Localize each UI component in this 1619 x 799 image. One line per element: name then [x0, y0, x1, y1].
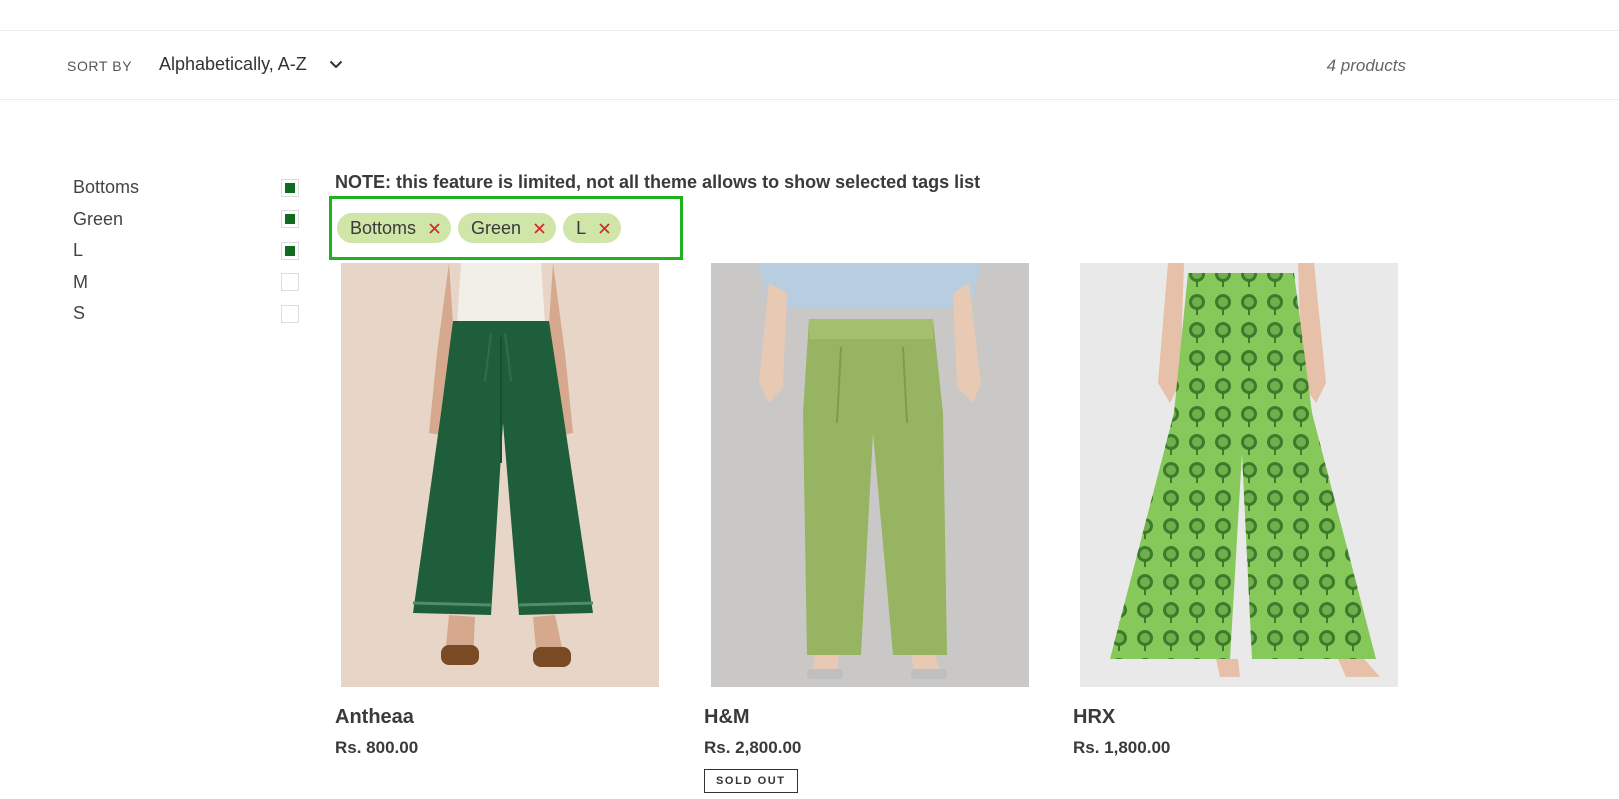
selected-tags-list: Bottoms Green L [329, 196, 683, 260]
close-icon[interactable] [598, 222, 610, 234]
sort-bar: SORT BY Alphabetically, A-Z 4 products [0, 30, 1619, 100]
filter-item-green[interactable]: Green [73, 204, 299, 236]
tag-filter-list: Bottoms Green L M S [73, 172, 299, 330]
checkbox-checked-mark [285, 245, 295, 256]
selected-tag-green[interactable]: Green [458, 213, 557, 243]
filter-checkbox[interactable] [281, 178, 299, 197]
filter-label: L [73, 240, 84, 261]
tag-label: Bottoms [350, 217, 417, 238]
product-image[interactable] [341, 263, 659, 687]
tag-label: L [576, 217, 587, 238]
sort-selected-value: Alphabetically, A-Z [159, 53, 307, 74]
filter-item-bottoms[interactable]: Bottoms [73, 172, 299, 204]
filter-item-s[interactable]: S [73, 298, 299, 330]
selected-tag-bottoms[interactable]: Bottoms [337, 213, 452, 243]
filter-label: Green [73, 208, 124, 229]
checkbox-checked-mark [285, 214, 295, 225]
product-image[interactable] [711, 263, 1029, 687]
product-price: Rs. 800.00 [335, 738, 419, 757]
checkbox-checked-mark [285, 182, 295, 193]
filter-label: M [73, 271, 88, 292]
selected-tag-l[interactable]: L [563, 213, 622, 243]
close-icon[interactable] [428, 222, 440, 234]
feature-note: NOTE: this feature is limited, not all t… [335, 172, 981, 192]
sold-out-badge: SOLD OUT [704, 769, 798, 793]
product-price: Rs. 2,800.00 [704, 738, 802, 757]
tag-label: Green [471, 217, 522, 238]
filter-checkbox[interactable] [281, 273, 299, 292]
filter-item-m[interactable]: M [73, 267, 299, 299]
close-icon[interactable] [533, 222, 545, 234]
sort-by-label: SORT BY [67, 58, 133, 74]
sort-select[interactable]: Alphabetically, A-Z [159, 53, 347, 75]
filter-checkbox[interactable] [281, 304, 299, 323]
filter-item-l[interactable]: L [73, 235, 299, 267]
filter-checkbox[interactable] [281, 241, 299, 260]
collection-page: SORT BY Alphabetically, A-Z 4 products B… [0, 0, 1619, 799]
product-title[interactable]: H&M [704, 706, 750, 729]
filter-checkbox[interactable] [281, 210, 299, 229]
chevron-down-icon [325, 53, 347, 75]
product-price: Rs. 1,800.00 [1073, 738, 1171, 757]
product-title[interactable]: Antheaa [335, 706, 414, 729]
product-count: 4 products [1326, 56, 1406, 75]
product-image[interactable] [1080, 263, 1398, 687]
filter-label: Bottoms [73, 177, 140, 198]
product-title[interactable]: HRX [1073, 706, 1115, 729]
filter-label: S [73, 303, 86, 324]
